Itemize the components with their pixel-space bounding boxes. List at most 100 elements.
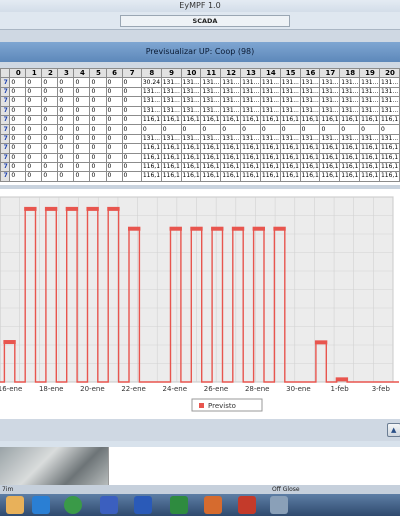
grid-column-header[interactable]: 1 [25, 68, 43, 79]
grid-cell[interactable]: 0 [299, 124, 321, 135]
grid-cell[interactable]: 116,1 [140, 143, 162, 154]
grid-cell[interactable]: 0 [73, 124, 91, 135]
grid-column-header[interactable]: 8 [140, 68, 162, 79]
grid-cell[interactable]: 0 [73, 133, 91, 145]
grid-cell[interactable]: 0 [73, 77, 91, 88]
row-header[interactable]: 7 [0, 86, 11, 98]
grid-cell[interactable]: 0 [25, 171, 43, 182]
grid-cell[interactable]: 0 [73, 161, 91, 173]
table-row[interactable]: 7 0 0 0 0 0 0 0 0 116,1 116,1 116,1 116,1 116,1 116,1 1… [0, 171, 400, 182]
grid-cell[interactable]: 116,1 [378, 161, 400, 173]
grid-cell[interactable]: 116,1 [160, 171, 182, 182]
grid-cell[interactable]: 116,1 [200, 152, 222, 163]
grid-cell[interactable]: 0 [121, 133, 142, 145]
data-grid[interactable]: 0 1 2 3 4 5 6 7 8 9 10 11 12 13 14 15 16 17 18 19 20 7 0 0 0 0 0 0 0… [0, 68, 400, 185]
grid-cell[interactable]: 0 [57, 143, 75, 154]
grid-cell[interactable]: 116,1 [180, 161, 202, 173]
grid-cell[interactable]: 116,1 [259, 171, 281, 182]
grid-cell[interactable]: 131... [180, 105, 202, 116]
grid-cell[interactable]: 30.24 [140, 77, 162, 88]
grid-cell[interactable]: 0 [359, 124, 380, 135]
grid-cell[interactable]: 0 [41, 105, 59, 116]
table-row[interactable]: 7 0 0 0 0 0 0 0 0 131... 131... 131... 131... 131... 1… [0, 86, 400, 98]
grid-cell[interactable]: 0 [121, 114, 142, 126]
grid-cell[interactable]: 0 [9, 171, 27, 182]
grid-cell[interactable]: 131... [359, 133, 380, 145]
grid-cell[interactable]: 116,1 [220, 114, 242, 126]
grid-cell[interactable]: 131... [339, 105, 361, 116]
grid-cell[interactable]: 116,1 [339, 161, 361, 173]
grid-cell[interactable]: 0 [57, 133, 75, 145]
grid-cell[interactable]: 0 [200, 124, 222, 135]
grid-cell[interactable]: 0 [89, 77, 107, 88]
grid-cell[interactable]: 131... [160, 133, 182, 145]
grid-cell[interactable]: 0 [89, 143, 107, 154]
grid-cell[interactable]: 131... [259, 77, 281, 88]
grid-cell[interactable]: 0 [89, 96, 107, 107]
grid-cell[interactable]: 116,1 [200, 171, 222, 182]
grid-cell[interactable]: 0 [73, 86, 91, 98]
grid-cell[interactable]: 0 [378, 124, 400, 135]
grid-cell[interactable]: 0 [73, 114, 91, 126]
grid-cell[interactable]: 131... [240, 133, 261, 145]
grid-cell[interactable]: 116,1 [339, 152, 361, 163]
grid-cell[interactable]: 0 [57, 77, 75, 88]
grid-cell[interactable]: 131... [279, 86, 301, 98]
grid-column-header[interactable]: 6 [105, 68, 123, 79]
grid-cell[interactable]: 116,1 [299, 171, 321, 182]
word-icon[interactable] [134, 496, 152, 514]
grid-cell[interactable]: 131... [319, 96, 341, 107]
grid-column-header[interactable]: 14 [259, 68, 281, 79]
grid-cell[interactable]: 131... [279, 96, 301, 107]
grid-cell[interactable]: 131... [339, 77, 361, 88]
grid-cell[interactable]: 116,1 [279, 143, 301, 154]
grid-cell[interactable]: 0 [105, 124, 123, 135]
grid-cell[interactable]: 0 [121, 124, 142, 135]
grid-cell[interactable]: 116,1 [180, 152, 202, 163]
grid-cell[interactable]: 116,1 [180, 114, 202, 126]
grid-cell[interactable]: 116,1 [339, 143, 361, 154]
grid-cell[interactable]: 116,1 [359, 114, 380, 126]
grid-cell[interactable]: 0 [121, 143, 142, 154]
grid-cell[interactable]: 116,1 [279, 114, 301, 126]
grid-cell[interactable]: 131... [140, 96, 162, 107]
grid-cell[interactable]: 0 [105, 86, 123, 98]
grid-cell[interactable]: 0 [89, 152, 107, 163]
row-header[interactable]: 7 [0, 77, 11, 88]
grid-cell[interactable]: 131... [299, 105, 321, 116]
grid-cell[interactable]: 116,1 [319, 161, 341, 173]
grid-cell[interactable]: 0 [89, 86, 107, 98]
grid-cell[interactable]: 116,1 [279, 152, 301, 163]
scada-button[interactable]: SCADA [120, 15, 290, 27]
grid-cell[interactable]: 0 [25, 133, 43, 145]
grid-cell[interactable]: 0 [121, 171, 142, 182]
grid-cell[interactable]: 131... [140, 133, 162, 145]
explorer-icon[interactable] [6, 496, 24, 514]
grid-cell[interactable]: 131... [339, 86, 361, 98]
grid-cell[interactable]: 0 [140, 124, 162, 135]
grid-column-header[interactable]: 15 [279, 68, 301, 79]
grid-column-header[interactable]: 12 [220, 68, 242, 79]
grid-cell[interactable]: 131... [220, 96, 242, 107]
grid-cell[interactable]: 0 [89, 133, 107, 145]
visio-icon[interactable] [100, 496, 118, 514]
grid-column-header[interactable]: 0 [9, 68, 27, 79]
table-row[interactable]: 7 0 0 0 0 0 0 0 0 116,1 116,1 116,1 116,1 116,1 116,1 1… [0, 143, 400, 154]
grid-cell[interactable]: 0 [121, 96, 142, 107]
grid-cell[interactable]: 0 [105, 161, 123, 173]
grid-cell[interactable]: 116,1 [160, 143, 182, 154]
grid-cell[interactable]: 131... [378, 96, 400, 107]
grid-cell[interactable]: 0 [25, 114, 43, 126]
grid-cell[interactable]: 0 [279, 124, 301, 135]
grid-cell[interactable]: 131... [140, 86, 162, 98]
grid-cell[interactable]: 116,1 [299, 114, 321, 126]
grid-cell[interactable]: 0 [89, 124, 107, 135]
grid-cell[interactable]: 0 [57, 152, 75, 163]
grid-cell[interactable]: 0 [105, 77, 123, 88]
grid-cell[interactable]: 131... [299, 96, 321, 107]
grid-cell[interactable]: 0 [9, 143, 27, 154]
paint-icon[interactable] [204, 496, 222, 514]
grid-cell[interactable]: 0 [220, 124, 242, 135]
grid-cell[interactable]: 131... [259, 133, 281, 145]
grid-cell[interactable]: 0 [73, 143, 91, 154]
